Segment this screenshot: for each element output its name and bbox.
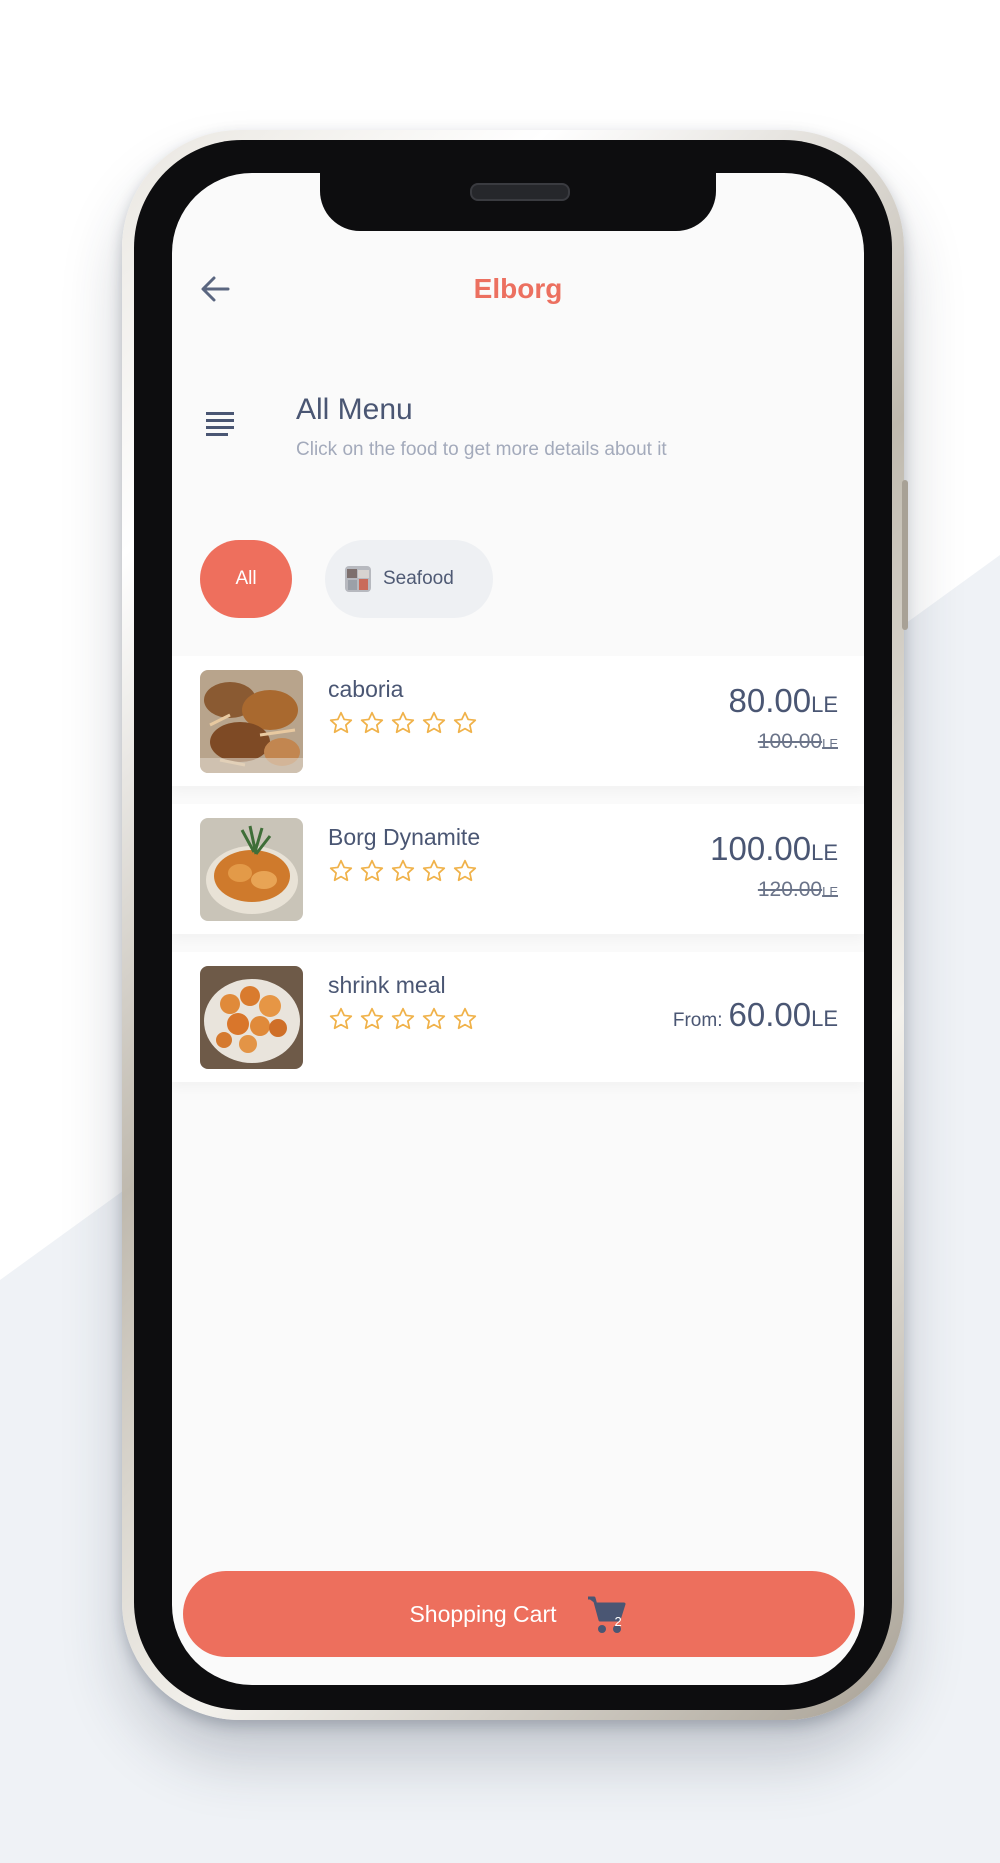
shopping-cart-button[interactable]: Shopping Cart 2	[183, 1571, 855, 1657]
star-icon[interactable]	[328, 1006, 354, 1032]
menu-list-icon[interactable]	[204, 409, 238, 439]
rating-stars[interactable]	[328, 710, 478, 736]
star-icon[interactable]	[452, 858, 478, 884]
section-subtitle: Click on the food to get more details ab…	[296, 439, 667, 460]
star-icon[interactable]	[359, 710, 385, 736]
menu-item-shrink-meal[interactable]: shrink meal From: 60.00LE	[172, 952, 864, 1082]
item-price: 80.00LE	[728, 682, 838, 719]
speaker-grille	[470, 183, 570, 201]
app-title: Elborg	[473, 273, 563, 304]
cart-icon: 2	[585, 1592, 629, 1636]
item-name: Borg Dynamite	[328, 824, 481, 850]
star-icon[interactable]	[359, 1006, 385, 1032]
filter-chip-all[interactable]: All	[200, 540, 292, 618]
star-icon[interactable]	[421, 858, 447, 884]
item-name: caboria	[328, 676, 404, 702]
item-price: From: 60.00LE	[672, 996, 838, 1033]
star-icon[interactable]	[421, 1006, 447, 1032]
star-icon[interactable]	[452, 710, 478, 736]
star-icon[interactable]	[421, 710, 447, 736]
phone-side-button	[902, 480, 908, 630]
shopping-cart-label: Shopping Cart	[409, 1600, 557, 1627]
star-icon[interactable]	[390, 858, 416, 884]
item-old-price: 120.00LE	[757, 878, 838, 901]
menu-item-borg-dynamite[interactable]: Borg Dynamite 100.00LE 120.00LE	[172, 804, 864, 934]
rating-stars[interactable]	[328, 1006, 478, 1032]
shrink-meal-food-image	[200, 966, 303, 1069]
item-price: 100.00LE	[710, 830, 838, 867]
caboria-food-image	[200, 670, 303, 773]
filter-chip-seafood-label: Seafood	[383, 568, 454, 589]
star-icon[interactable]	[390, 1006, 416, 1032]
rating-stars[interactable]	[328, 858, 478, 884]
filter-chip-seafood[interactable]: Seafood	[325, 540, 493, 618]
seafood-thumbnail	[345, 566, 371, 592]
cart-count-badge: 2	[614, 1614, 622, 1629]
star-icon[interactable]	[359, 858, 385, 884]
section-title: All Menu	[296, 393, 413, 426]
star-icon[interactable]	[390, 710, 416, 736]
star-icon[interactable]	[452, 1006, 478, 1032]
item-name: shrink meal	[328, 972, 446, 998]
phone-notch	[320, 173, 716, 231]
star-icon[interactable]	[328, 710, 354, 736]
filter-chip-all-label: All	[235, 568, 257, 589]
item-old-price: 100.00LE	[757, 730, 838, 753]
menu-item-caboria[interactable]: caboria 80.00LE 100.00LE	[172, 656, 864, 786]
borg-dynamite-food-image	[200, 818, 303, 921]
star-icon[interactable]	[328, 858, 354, 884]
app-screen: Elborg All Menu Click on the food to get…	[172, 173, 864, 1685]
